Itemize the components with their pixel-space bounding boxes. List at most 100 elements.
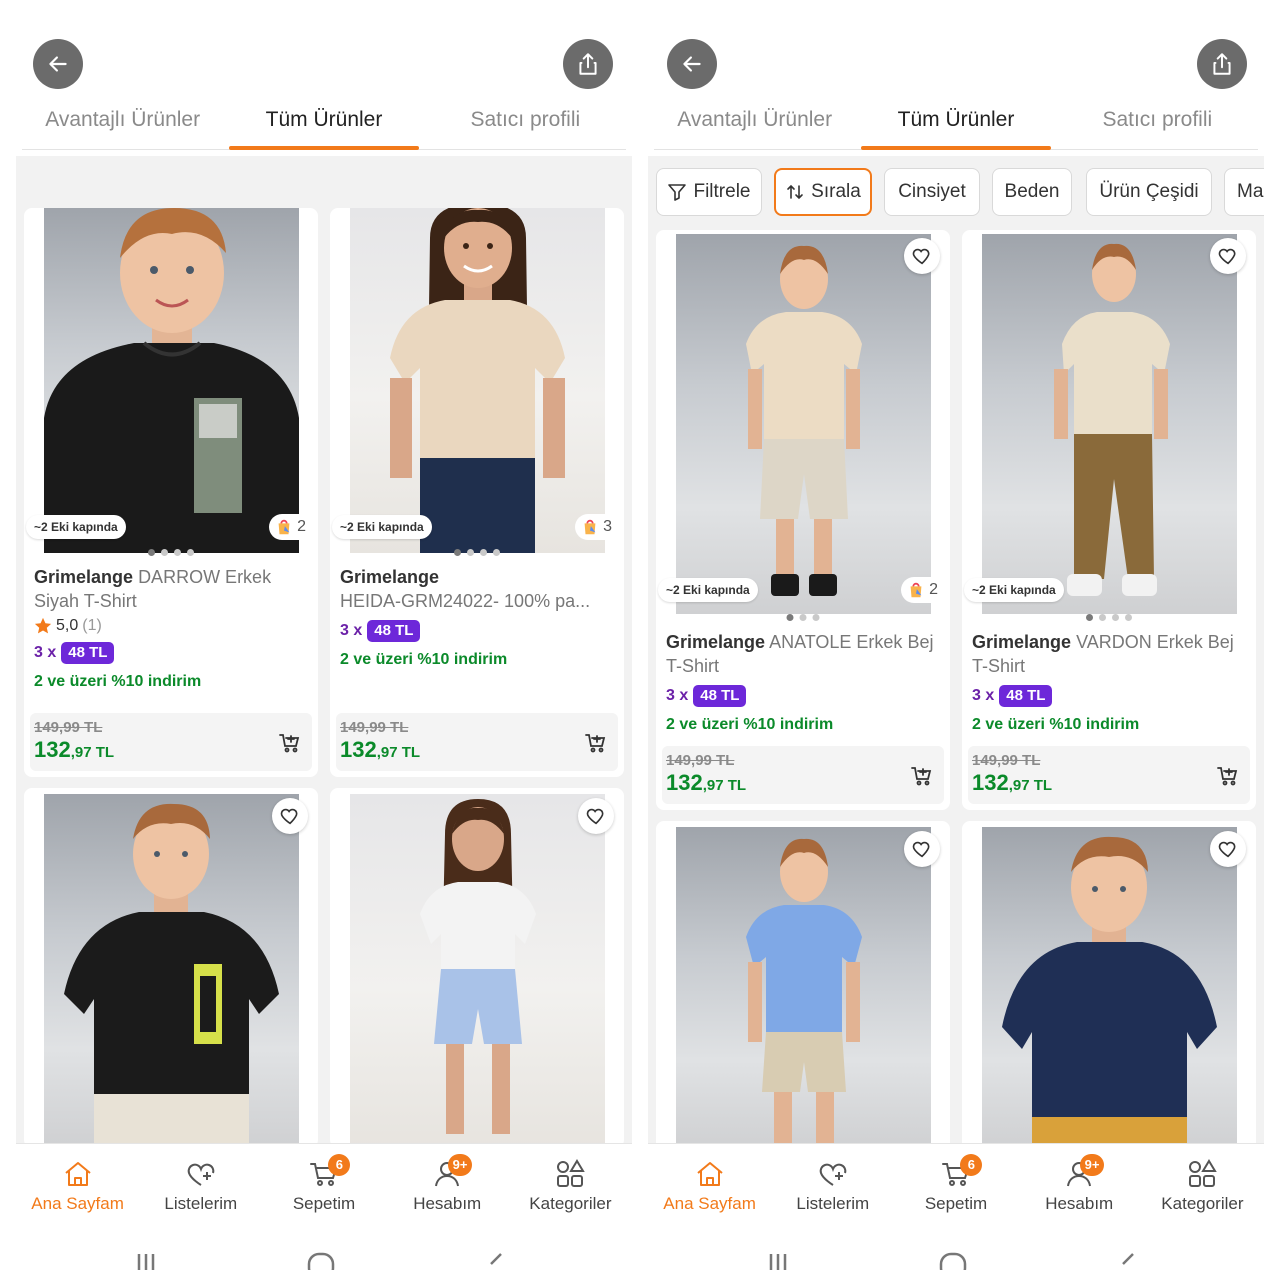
nav-home[interactable]: Ana Sayfam bbox=[648, 1144, 771, 1228]
product-info: Grimelange VARDON Erkek Bej T-Shirt 3 x4… bbox=[972, 630, 1246, 734]
tab-seller-profile[interactable]: Satıcı profili bbox=[425, 98, 626, 149]
favorite-button[interactable] bbox=[904, 238, 940, 274]
nav-lists[interactable]: Listelerim bbox=[771, 1144, 894, 1228]
product-image[interactable] bbox=[44, 208, 299, 553]
product-card[interactable] bbox=[962, 821, 1256, 1151]
tab-advantage-products[interactable]: Avantajlı Ürünler bbox=[22, 98, 223, 149]
product-image[interactable] bbox=[350, 794, 605, 1148]
tab-all-products[interactable]: Tüm Ürünler bbox=[855, 98, 1056, 150]
recent-apps-icon[interactable] bbox=[763, 1250, 793, 1270]
nav-account[interactable]: 9+ Hesabım bbox=[386, 1144, 509, 1228]
product-title[interactable]: Grimelange DARROW Erkek Siyah T-Shirt bbox=[34, 565, 308, 613]
product-card[interactable]: ~2 Eki kapında 3 Grimelange HEIDA-GRM2402… bbox=[330, 208, 624, 777]
product-image[interactable] bbox=[982, 827, 1237, 1151]
collection-count-badge[interactable]: 3 bbox=[575, 514, 618, 540]
product-title[interactable]: Grimelange HEIDA-GRM24022- 100% pa... bbox=[340, 565, 614, 613]
rating-count: (1) bbox=[82, 617, 102, 634]
sort-button[interactable]: Sırala bbox=[774, 168, 872, 216]
favorite-button[interactable] bbox=[1210, 238, 1246, 274]
rating-value: 5,0 bbox=[56, 617, 79, 634]
heart-icon bbox=[1218, 841, 1236, 858]
rating: 5,0 (1) bbox=[34, 617, 308, 635]
filter-chip-product-type[interactable]: Ürün Çeşidi bbox=[1086, 168, 1212, 216]
filter-chip-size[interactable]: Beden bbox=[992, 168, 1072, 216]
product-image[interactable] bbox=[350, 208, 605, 553]
nav-cart[interactable]: 6 Sepetim bbox=[262, 1144, 385, 1228]
sort-label: Sırala bbox=[811, 181, 861, 202]
arrow-left-icon bbox=[683, 56, 701, 72]
tab-seller-profile[interactable]: Satıcı profili bbox=[1057, 98, 1258, 149]
nav-categories[interactable]: Kategoriler bbox=[509, 1144, 632, 1228]
favorite-button[interactable] bbox=[1210, 831, 1246, 867]
nav-cart[interactable]: 6 Sepetim bbox=[894, 1144, 1017, 1228]
filter-chip-gender[interactable]: Cinsiyet bbox=[884, 168, 980, 216]
installment-info: 3 x 48 TL bbox=[666, 684, 940, 708]
favorite-button[interactable] bbox=[904, 831, 940, 867]
boy-navy-tshirt-image bbox=[1002, 836, 1217, 1151]
product-title[interactable]: Grimelange ANATOLE Erkek Bej T-Shirt bbox=[666, 630, 940, 678]
home-icon bbox=[696, 1162, 723, 1186]
shopping-bag-icon bbox=[910, 582, 922, 598]
nav-categories[interactable]: Kategoriler bbox=[1141, 1144, 1264, 1228]
product-card[interactable]: ~2 Eki kapında Grimelange VARDON Erkek B… bbox=[962, 230, 1256, 810]
installment-amount: 48 TL bbox=[693, 685, 747, 707]
add-to-cart-icon[interactable] bbox=[910, 764, 934, 788]
share-button[interactable] bbox=[1197, 39, 1247, 89]
installment-amount: 48 TL bbox=[999, 685, 1053, 707]
price-box: 149,99 TL 132,97 TL bbox=[30, 713, 312, 771]
nav-account[interactable]: 9+ Hesabım bbox=[1018, 1144, 1141, 1228]
product-card[interactable] bbox=[330, 788, 624, 1148]
product-card[interactable] bbox=[24, 788, 318, 1148]
collection-count-badge[interactable]: 2 bbox=[269, 514, 312, 540]
filter-button[interactable]: Filtrele bbox=[656, 168, 762, 216]
tab-bar: Avantajlı Ürünler Tüm Ürünler Satıcı pro… bbox=[22, 98, 626, 150]
installment-amount: 48 TL bbox=[367, 620, 421, 642]
current-price: 132,97 TL bbox=[666, 770, 747, 795]
share-button[interactable] bbox=[563, 39, 613, 89]
product-card[interactable]: ~2 Eki kapında 2 Grimelange DARROW Erkek… bbox=[24, 208, 318, 777]
collection-count-badge[interactable]: 2 bbox=[901, 577, 944, 603]
back-gesture-icon[interactable] bbox=[481, 1250, 511, 1270]
nav-home[interactable]: Ana Sayfam bbox=[16, 1144, 139, 1228]
product-image[interactable] bbox=[982, 234, 1237, 614]
favorite-button[interactable] bbox=[578, 798, 614, 834]
product-image[interactable] bbox=[676, 827, 931, 1151]
nav-categories-label: Kategoriler bbox=[529, 1194, 612, 1213]
shopping-bag-icon bbox=[584, 519, 596, 535]
product-info: Grimelange DARROW Erkek Siyah T-Shirt 5,… bbox=[34, 565, 308, 691]
installment-info: 3 x 48 TL bbox=[34, 641, 308, 665]
product-card[interactable]: ~2 Eki kapında 2 Grimelange ANATOLE Erke… bbox=[656, 230, 950, 810]
back-gesture-icon[interactable] bbox=[1113, 1250, 1143, 1270]
product-image[interactable] bbox=[676, 234, 931, 614]
installment-prefix: 3 x bbox=[340, 622, 363, 639]
home-gesture-icon[interactable] bbox=[938, 1250, 968, 1270]
product-title[interactable]: Grimelange VARDON Erkek Bej T-Shirt bbox=[972, 630, 1246, 678]
favorite-button[interactable] bbox=[272, 798, 308, 834]
boy-beige-tshirt-shorts-image bbox=[746, 245, 862, 596]
installment-prefix: 3 x bbox=[666, 687, 689, 704]
home-gesture-icon[interactable] bbox=[306, 1250, 336, 1270]
nav-home-label: Ana Sayfam bbox=[31, 1194, 124, 1213]
current-price: 132,97 TL bbox=[340, 737, 421, 762]
old-price: 149,99 TL bbox=[34, 719, 103, 736]
delivery-badge: ~2 Eki kapında bbox=[26, 515, 126, 539]
shopping-bag-icon bbox=[278, 519, 290, 535]
nav-lists-label: Listelerim bbox=[796, 1194, 870, 1213]
add-to-cart-icon[interactable] bbox=[584, 731, 608, 755]
funnel-icon bbox=[668, 184, 687, 201]
product-image[interactable] bbox=[44, 794, 299, 1148]
filter-chip-brand[interactable]: Ma bbox=[1224, 168, 1264, 216]
tab-advantage-products[interactable]: Avantajlı Ürünler bbox=[654, 98, 855, 149]
price-box: 149,99 TL 132,97 TL bbox=[662, 746, 944, 804]
categories-icon bbox=[1189, 1159, 1218, 1187]
heart-icon bbox=[912, 841, 930, 858]
nav-lists[interactable]: Listelerim bbox=[139, 1144, 262, 1228]
add-to-cart-icon[interactable] bbox=[278, 731, 302, 755]
add-to-cart-icon[interactable] bbox=[1216, 764, 1240, 788]
tab-all-products[interactable]: Tüm Ürünler bbox=[223, 98, 424, 150]
product-card[interactable] bbox=[656, 821, 950, 1151]
back-button[interactable] bbox=[667, 39, 717, 89]
back-button[interactable] bbox=[33, 39, 83, 89]
recent-apps-icon[interactable] bbox=[131, 1250, 161, 1270]
product-brand: Grimelange bbox=[666, 632, 766, 652]
